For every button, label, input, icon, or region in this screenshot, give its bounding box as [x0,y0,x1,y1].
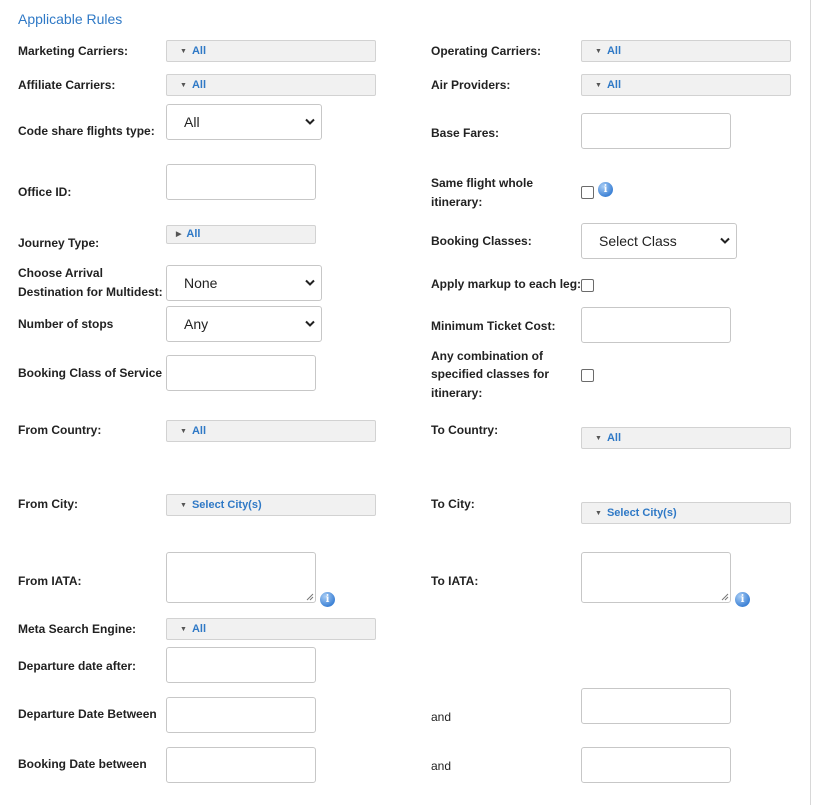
journey-type-label: Journey Type: [18,236,100,250]
to-country-multiselect[interactable]: ▼ All [581,427,791,449]
multiselect-value: All [191,425,206,437]
air-providers-multiselect[interactable]: ▼ All [581,74,791,96]
any-combination-label-line1: Any combination of [431,349,543,363]
select-value: Any [184,316,209,332]
select-value: All [184,114,200,130]
to-iata-textarea[interactable] [581,552,731,603]
caret-down-icon: ▼ [180,428,187,435]
chevron-down-icon [305,279,315,286]
office-id-label: Office ID: [18,185,72,199]
arrival-destination-label-line2: Destination for Multidest: [18,285,163,299]
journey-type-multiselect[interactable]: ▶ All [166,225,316,244]
booking-classes-label: Booking Classes: [431,234,532,248]
chevron-down-icon [720,237,730,244]
departure-between-start-input[interactable] [166,697,316,733]
chevron-down-icon [305,320,315,327]
code-share-type-select[interactable]: All [166,104,322,140]
multiselect-value: All [186,228,201,240]
to-country-label: To Country: [431,423,499,437]
info-icon[interactable]: i [598,182,613,197]
operating-carriers-multiselect[interactable]: ▼ All [581,40,791,62]
affiliate-carriers-label: Affiliate Carriers: [18,78,116,92]
number-of-stops-select[interactable]: Any [166,306,322,342]
multiselect-value: Select City(s) [606,507,677,519]
booking-between-label: Booking Date between [18,757,147,771]
multiselect-value: Select City(s) [191,499,262,511]
arrival-destination-select[interactable]: None [166,265,322,301]
caret-down-icon: ▼ [180,48,187,55]
multiselect-value: All [191,623,206,635]
booking-class-service-label: Booking Class of Service [18,366,163,380]
meta-search-label: Meta Search Engine: [18,622,137,636]
from-country-label: From Country: [18,423,102,437]
multiselect-value: All [606,432,621,444]
apply-markup-checkbox[interactable] [581,279,594,292]
booking-between-start-input[interactable] [166,747,316,783]
multiselect-value: All [191,79,206,91]
same-flight-label-line2: itinerary: [431,195,483,209]
same-flight-checkbox[interactable] [581,186,594,199]
select-value: None [184,275,218,291]
arrival-destination-label-line1: Choose Arrival [18,266,103,280]
departure-after-label: Departure date after: [18,659,137,673]
booking-between-end-input[interactable] [581,747,731,783]
caret-right-icon: ▶ [176,231,182,238]
any-combination-label-line2: specified classes for [431,367,550,381]
from-iata-textarea[interactable] [166,552,316,603]
min-ticket-cost-label: Minimum Ticket Cost: [431,319,556,333]
chevron-down-icon [305,118,315,125]
rules-panel: Applicable Rules Marketing Carriers: ▼ Al… [0,0,811,805]
section-title: Applicable Rules [18,11,123,27]
meta-search-multiselect[interactable]: ▼ All [166,618,376,640]
caret-down-icon: ▼ [595,510,602,517]
caret-down-icon: ▼ [595,48,602,55]
from-country-multiselect[interactable]: ▼ All [166,420,376,442]
multiselect-value: All [191,45,206,57]
any-combination-label-line3: itinerary: [431,386,483,400]
resize-grip-icon[interactable] [306,593,314,601]
departure-between-end-input[interactable] [581,688,731,724]
multiselect-value: All [606,79,621,91]
and-label: and [431,710,452,724]
multiselect-value: All [606,45,621,57]
caret-down-icon: ▼ [595,82,602,89]
caret-down-icon: ▼ [595,435,602,442]
to-city-multiselect[interactable]: ▼ Select City(s) [581,502,791,524]
resize-grip-icon[interactable] [721,593,729,601]
caret-down-icon: ▼ [180,502,187,509]
marketing-carriers-multiselect[interactable]: ▼ All [166,40,376,62]
from-city-label: From City: [18,497,78,511]
marketing-carriers-label: Marketing Carriers: [18,44,129,58]
any-combination-checkbox[interactable] [581,369,594,382]
min-ticket-cost-input[interactable] [581,307,731,343]
booking-class-service-input[interactable] [166,355,316,391]
apply-markup-label: Apply markup to each leg: [431,277,582,291]
office-id-input[interactable] [166,164,316,200]
info-icon[interactable]: i [320,592,335,607]
base-fares-input[interactable] [581,113,731,149]
caret-down-icon: ▼ [180,82,187,89]
caret-down-icon: ▼ [180,626,187,633]
number-of-stops-label: Number of stops [18,317,114,331]
info-icon[interactable]: i [735,592,750,607]
code-share-type-label: Code share flights type: [18,124,155,138]
affiliate-carriers-multiselect[interactable]: ▼ All [166,74,376,96]
departure-between-label: Departure Date Between [18,707,157,721]
air-providers-label: Air Providers: [431,78,511,92]
booking-classes-select[interactable]: Select Class [581,223,737,259]
same-flight-label-line1: Same flight whole [431,176,534,190]
from-city-multiselect[interactable]: ▼ Select City(s) [166,494,376,516]
from-iata-label: From IATA: [18,574,82,588]
and-label: and [431,759,452,773]
select-value: Select Class [599,233,677,249]
operating-carriers-label: Operating Carriers: [431,44,542,58]
to-city-label: To City: [431,497,475,511]
base-fares-label: Base Fares: [431,126,500,140]
departure-after-input[interactable] [166,647,316,683]
to-iata-label: To IATA: [431,574,479,588]
